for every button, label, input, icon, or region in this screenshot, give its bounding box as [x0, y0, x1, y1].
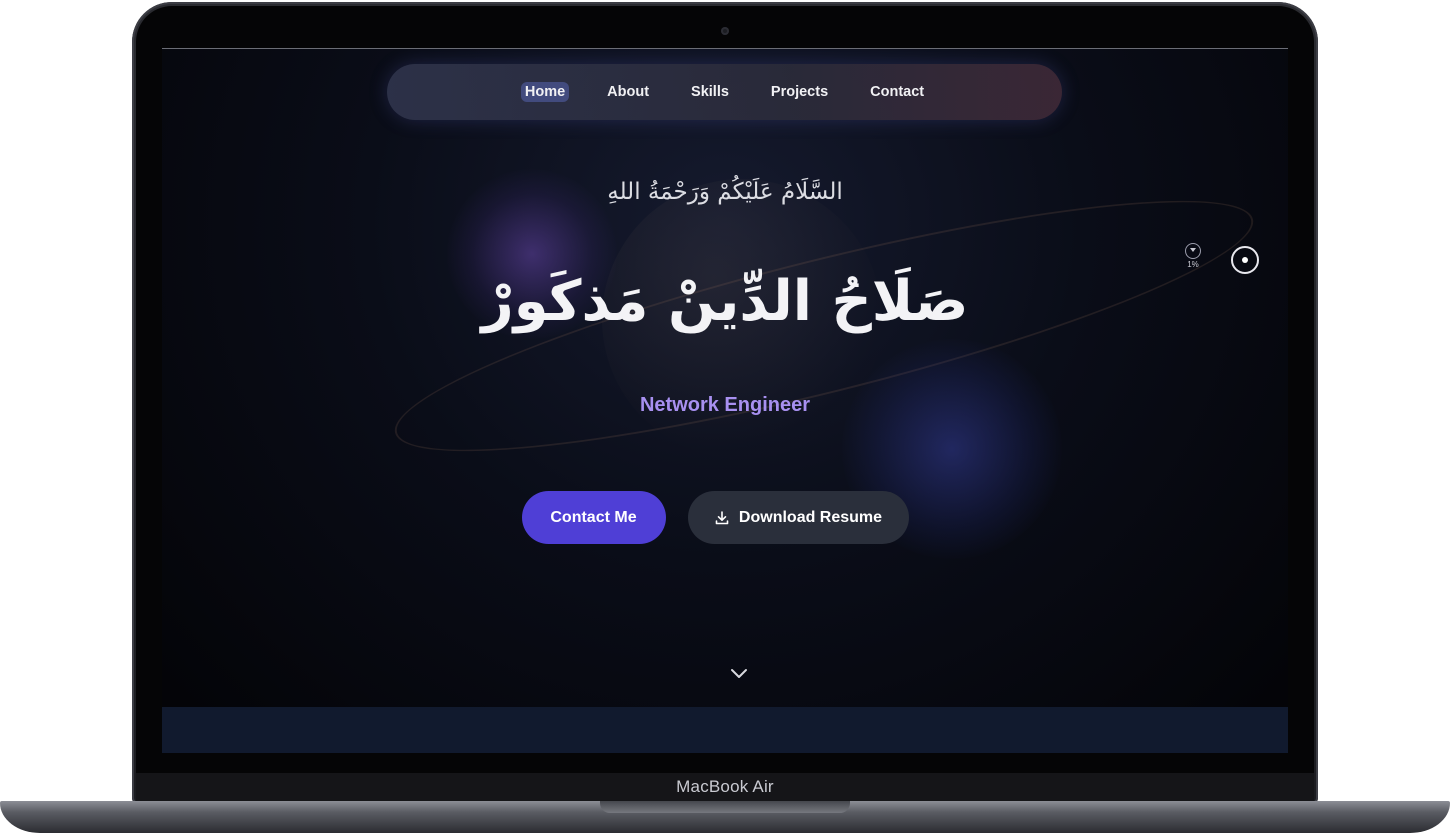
- camera: [721, 27, 729, 35]
- scroll-progress-indicator: 1%: [1182, 243, 1204, 271]
- nav-home[interactable]: Home: [520, 82, 570, 102]
- macbook-frame: Home About Skills Projects Contact السَّ…: [0, 0, 1450, 833]
- download-resume-button[interactable]: Download Resume: [687, 491, 909, 544]
- next-section-preview: [162, 707, 1288, 753]
- device-label: MacBook Air: [676, 777, 774, 796]
- download-resume-label: Download Resume: [738, 508, 883, 526]
- contact-me-label: Contact Me: [550, 508, 637, 526]
- chevron-down-icon[interactable]: [727, 665, 751, 683]
- arabic-greeting: السَّلَامُ عَلَيْكُمْ وَرَحْمَةُ اللهِ: [607, 179, 843, 205]
- contact-me-button[interactable]: Contact Me: [521, 491, 666, 544]
- website-screen: Home About Skills Projects Contact السَّ…: [162, 48, 1288, 753]
- scroll-progress-icon: [1185, 243, 1201, 259]
- laptop-notch: [600, 801, 850, 813]
- nav-projects[interactable]: Projects: [767, 82, 832, 102]
- hero-role: Network Engineer: [639, 394, 811, 416]
- nav-about[interactable]: About: [603, 82, 653, 102]
- main-nav: Home About Skills Projects Contact: [387, 64, 1062, 120]
- hero-actions: Contact Me Download Resume: [162, 491, 1288, 544]
- nav-skills[interactable]: Skills: [687, 82, 733, 102]
- scroll-progress-value: 1%: [1187, 260, 1199, 269]
- hero-name: صَلَاحُ الدِّينْ مَذكَورْ: [481, 269, 969, 334]
- circle-dot-icon[interactable]: [1231, 246, 1259, 274]
- nav-contact[interactable]: Contact: [866, 82, 928, 102]
- download-icon: [715, 510, 729, 524]
- laptop-chin: MacBook Air: [136, 773, 1314, 801]
